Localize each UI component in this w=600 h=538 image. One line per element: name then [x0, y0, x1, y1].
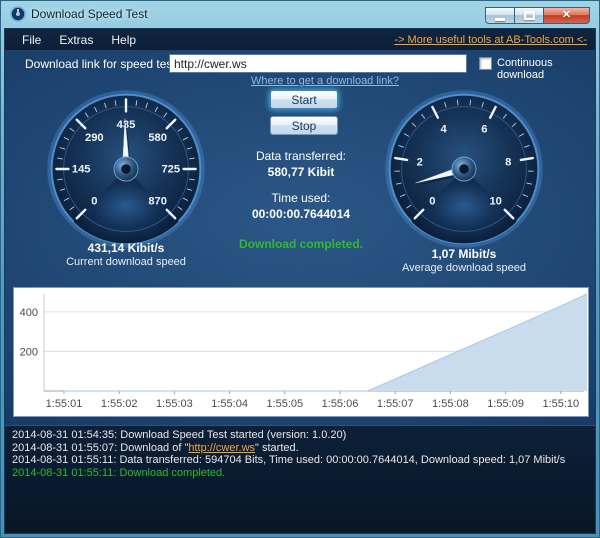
svg-text:1:55:06: 1:55:06 — [322, 398, 359, 410]
log-line: 2014-08-31 01:55:11: Download completed. — [12, 467, 588, 480]
continuous-download-label: Continuous download — [497, 57, 595, 81]
current-speed-gauge: 0145290435580725870 431,14 Kibit/s Curre… — [46, 89, 206, 271]
minimize-button[interactable] — [485, 7, 515, 24]
time-used-value: 00:00:00.7644014 — [201, 207, 401, 221]
svg-text:1:55:05: 1:55:05 — [266, 398, 303, 410]
log-text: 2014-08-31 01:54:35: Download Speed Test… — [12, 429, 346, 441]
log-panel: 2014-08-31 01:54:35: Download Speed Test… — [5, 425, 595, 533]
log-line: 2014-08-31 01:54:35: Download Speed Test… — [12, 429, 588, 442]
log-text: 2014-08-31 01:55:11: Download completed. — [12, 467, 225, 479]
maximize-button[interactable] — [515, 7, 544, 24]
svg-text:725: 725 — [161, 164, 180, 176]
speed-chart-plot: 200 400 1:55:01 1:55:02 1:55:03 1:55:04 1:55:0… — [14, 288, 588, 416]
svg-text:1:55:03: 1:55:03 — [156, 398, 193, 410]
svg-text:4: 4 — [441, 124, 448, 136]
stats-panel: Data transferred: 580,77 Kibit Time used… — [201, 149, 401, 251]
log-link[interactable]: http://cwer.ws — [188, 442, 255, 454]
svg-text:2: 2 — [417, 157, 423, 169]
app-window: Download Speed Test ✕ File Extras Help -… — [0, 0, 600, 538]
speed-chart: 200 400 1:55:01 1:55:02 1:55:03 1:55:04 1:55:0… — [13, 287, 589, 417]
menu-file[interactable]: File — [13, 30, 50, 50]
average-speed-gauge-dial: 0 2 4 6 8 10 — [384, 89, 544, 249]
start-button[interactable]: Start — [270, 90, 338, 109]
svg-text:290: 290 — [85, 132, 104, 144]
svg-text:8: 8 — [505, 157, 511, 169]
log-line: 2014-08-31 01:55:11: Data transferred: 5… — [12, 454, 588, 467]
title-bar[interactable]: Download Speed Test ✕ — [0, 0, 600, 28]
close-button[interactable]: ✕ — [544, 7, 590, 24]
menu-extras[interactable]: Extras — [50, 30, 102, 50]
menu-help[interactable]: Help — [102, 30, 145, 50]
client-area: File Extras Help -> More useful tools at… — [4, 28, 596, 534]
svg-text:200: 200 — [20, 346, 38, 358]
time-used-label: Time used: — [201, 191, 401, 205]
current-speed-gauge-dial: 0145290435580725870 — [46, 89, 206, 249]
svg-text:400: 400 — [20, 307, 38, 319]
download-link-label: Download link for speed test: — [25, 57, 179, 71]
promo-link[interactable]: -> More useful tools at AB-Tools.com <- — [394, 34, 587, 46]
app-icon — [10, 6, 26, 22]
svg-text:870: 870 — [148, 195, 167, 207]
log-text: 2014-08-31 01:55:11: Data transferred: 5… — [12, 454, 565, 466]
download-status: Download completed. — [201, 237, 401, 251]
svg-text:1:55:02: 1:55:02 — [101, 398, 138, 410]
continuous-download-checkbox[interactable] — [479, 57, 492, 70]
log-line: 2014-08-31 01:55:07: Download of "http:/… — [12, 442, 588, 455]
svg-text:6: 6 — [481, 124, 487, 136]
svg-text:580: 580 — [148, 132, 167, 144]
current-speed-value: 431,14 Kibit/s — [46, 241, 206, 255]
maximize-icon — [524, 11, 535, 20]
log-text: " started. — [255, 442, 299, 454]
svg-text:1:55:07: 1:55:07 — [377, 398, 414, 410]
log-text: 2014-08-31 01:55:07: Download of " — [12, 442, 188, 454]
average-speed-value: 1,07 Mibit/s — [384, 247, 544, 261]
average-speed-caption: Average download speed — [384, 262, 544, 274]
svg-text:1:55:10: 1:55:10 — [542, 398, 579, 410]
data-transferred-label: Data transferred: — [201, 149, 401, 163]
window-controls: ✕ — [485, 7, 590, 24]
svg-text:1:55:08: 1:55:08 — [432, 398, 469, 410]
svg-text:145: 145 — [72, 164, 91, 176]
svg-text:1:55:09: 1:55:09 — [487, 398, 524, 410]
where-to-get-link[interactable]: Where to get a download link? — [243, 75, 407, 87]
svg-text:10: 10 — [489, 195, 501, 207]
svg-text:1:55:01: 1:55:01 — [46, 398, 83, 410]
minimize-icon — [495, 18, 505, 21]
current-speed-caption: Current download speed — [46, 256, 206, 268]
close-icon: ✕ — [562, 10, 571, 21]
menu-bar: File Extras Help -> More useful tools at… — [5, 29, 595, 51]
window-title: Download Speed Test — [31, 7, 148, 21]
svg-text:0: 0 — [429, 195, 435, 207]
stop-button[interactable]: Stop — [270, 116, 338, 135]
download-link-input[interactable] — [169, 54, 467, 73]
data-transferred-value: 580,77 Kibit — [201, 165, 401, 179]
average-speed-gauge: 0 2 4 6 8 10 1,07 Mibit/s Average download sp… — [384, 89, 544, 271]
svg-text:0: 0 — [91, 195, 97, 207]
svg-text:1:55:04: 1:55:04 — [211, 398, 248, 410]
